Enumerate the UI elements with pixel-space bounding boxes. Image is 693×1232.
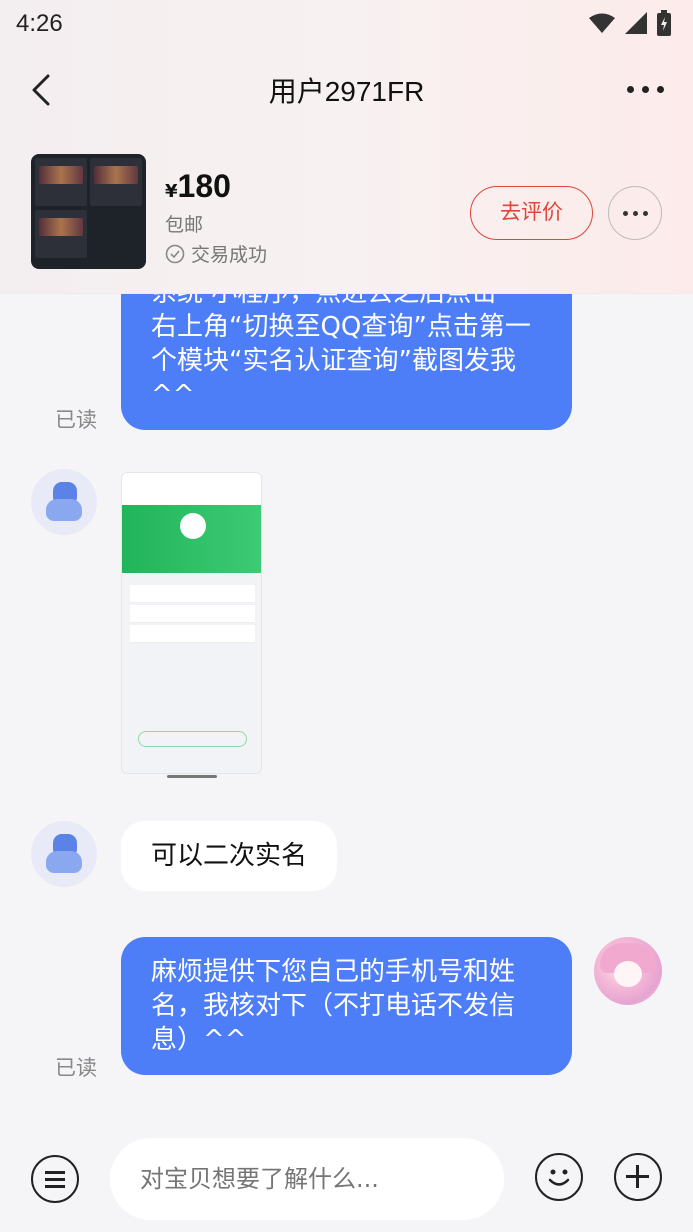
thumb-cell	[35, 158, 87, 206]
read-receipt: 已读	[55, 408, 97, 432]
signal-icon	[625, 12, 647, 34]
avatar[interactable]	[31, 469, 97, 535]
more-dot	[632, 210, 638, 216]
avatar[interactable]	[31, 821, 97, 887]
more-dot	[642, 210, 648, 216]
product-card[interactable]: ¥ 180 包邮 交易成功 去评价	[31, 154, 671, 274]
message-text: 麻烦提供下您自己的手机号和姓名，我核对下（不打电话不发信息）^^	[151, 957, 516, 1055]
more-dot	[657, 85, 664, 93]
image-row	[130, 605, 255, 623]
status-time: 4:26	[16, 10, 63, 37]
menu-line	[45, 1178, 65, 1181]
message-partial-line: 系统 小程序，点进去之后点击	[151, 294, 542, 310]
price-value: 180	[177, 168, 231, 204]
more-button[interactable]	[627, 82, 667, 96]
price-currency: ¥	[165, 181, 178, 202]
plus-button[interactable]	[614, 1153, 662, 1201]
emoji-icon	[548, 1169, 570, 1186]
check-circle-icon	[165, 244, 185, 263]
image-row	[130, 625, 255, 643]
status-bar: 4:26	[0, 0, 693, 50]
product-price: ¥ 180	[165, 168, 231, 205]
battery-icon	[657, 10, 671, 36]
message-bubble-out[interactable]: 系统 小程序，点进去之后点击 右上角“切换至QQ查询”点击第一个模块“实名认证查…	[121, 294, 572, 430]
message-image[interactable]	[121, 472, 262, 774]
image-button	[138, 731, 247, 747]
wifi-icon	[589, 13, 615, 33]
message-text: 可以二次实名	[151, 841, 308, 871]
thumb-cell	[35, 210, 87, 258]
menu-button[interactable]	[31, 1155, 79, 1203]
message-input[interactable]	[110, 1138, 504, 1220]
image-green-banner	[122, 505, 261, 573]
image-indicator	[167, 775, 217, 778]
shipping-label: 包邮	[165, 214, 204, 236]
emoji-button[interactable]	[535, 1153, 583, 1201]
input-bar	[0, 1124, 693, 1232]
review-button[interactable]: 去评价	[470, 186, 593, 240]
menu-line	[45, 1185, 65, 1188]
message-bubble-out[interactable]: 麻烦提供下您自己的手机号和姓名，我核对下（不打电话不发信息）^^	[121, 937, 572, 1075]
more-dot	[642, 85, 649, 93]
read-receipt: 已读	[55, 1056, 97, 1080]
page-title: 用户2971FR	[268, 76, 425, 107]
user-avatar[interactable]	[594, 937, 662, 1005]
message-bubble-in[interactable]: 可以二次实名	[121, 821, 338, 891]
trade-status-label: 交易成功	[191, 244, 268, 266]
more-dots-icon	[622, 210, 628, 216]
chat-area[interactable]: 系统 小程序，点进去之后点击 右上角“切换至QQ查询”点击第一个模块“实名认证查…	[0, 294, 693, 1124]
image-topbar	[122, 473, 261, 505]
image-row	[130, 585, 255, 603]
header-area: 4:26 用户2971FR ¥ 180 包邮 交易成功 去评价	[0, 0, 693, 294]
product-thumbnail[interactable]	[31, 154, 146, 269]
menu-icon	[45, 1171, 65, 1174]
more-dots-icon	[627, 85, 634, 93]
nav-bar: 用户2971FR	[0, 58, 693, 122]
status-icons	[589, 10, 671, 36]
trade-status: 交易成功	[165, 240, 267, 267]
product-more-button[interactable]	[608, 186, 662, 240]
message-text: 右上角“切换至QQ查询”点击第一个模块“实名认证查询”截图发我^^	[151, 312, 531, 410]
thumb-cell	[90, 158, 142, 206]
